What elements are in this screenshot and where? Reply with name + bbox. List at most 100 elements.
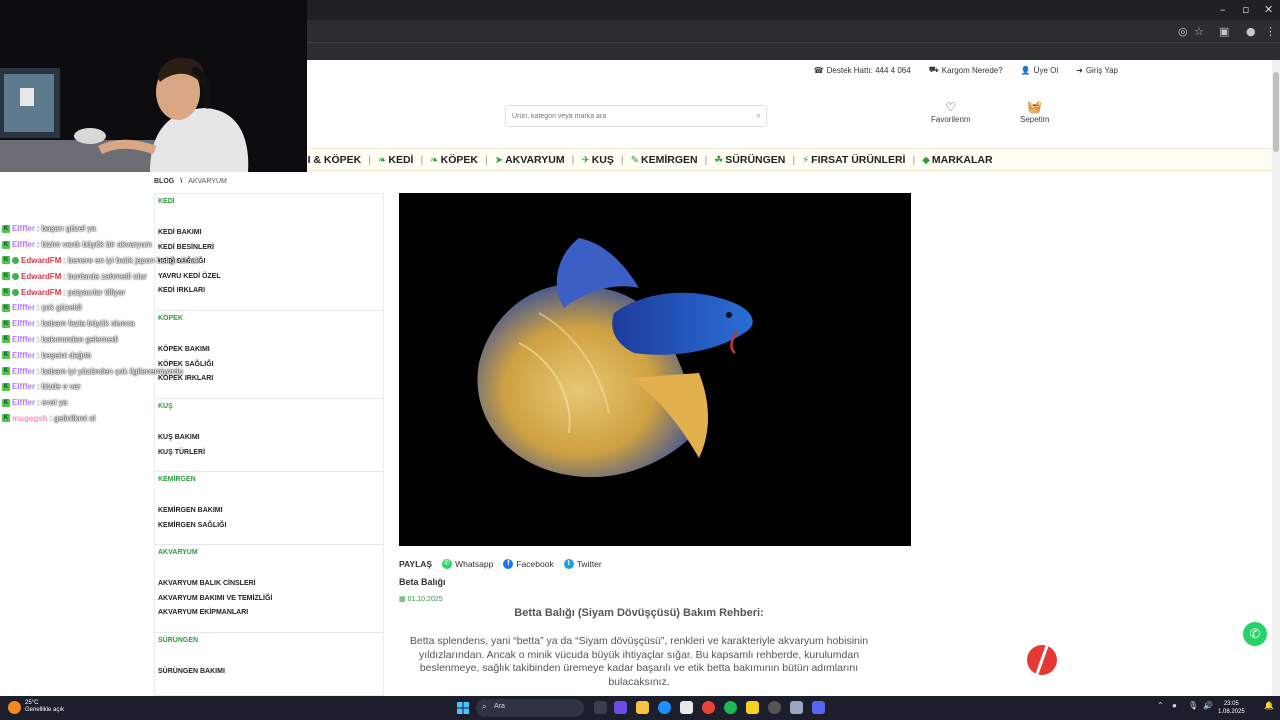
cart-button[interactable]: 🧺 Sepetim bbox=[1020, 100, 1049, 124]
login-link[interactable]: ➜ Giriş Yap bbox=[1076, 65, 1118, 75]
discord-icon[interactable] bbox=[812, 701, 825, 714]
sidebar-category-title[interactable]: SÜRÜNGEN bbox=[158, 637, 198, 644]
whatsapp-float-button[interactable]: ✆ bbox=[1243, 622, 1267, 646]
nav-separator: | bbox=[368, 154, 371, 166]
volume-icon[interactable]: 🔊 bbox=[1203, 701, 1213, 710]
sidebar-category-aquarium: AKVARYUM AKVARYUM BALIK CİNSLERİ AKVARYU… bbox=[155, 545, 383, 633]
chat-username: Elfffer bbox=[12, 319, 36, 329]
bookmark-star-icon[interactable]: ☆ bbox=[1194, 25, 1204, 38]
obs-icon[interactable] bbox=[768, 701, 781, 714]
chrome-icon[interactable] bbox=[702, 701, 715, 714]
breadcrumb-blog[interactable]: BLOG bbox=[154, 178, 174, 185]
tray-app-icon[interactable]: ● bbox=[1172, 701, 1177, 710]
login-label: Giriş Yap bbox=[1085, 65, 1118, 75]
store-icon[interactable] bbox=[680, 701, 693, 714]
file-explorer-icon[interactable] bbox=[636, 701, 649, 714]
breadcrumb-current[interactable]: AKVARYUM bbox=[188, 178, 227, 185]
favorites-button[interactable]: ♡ Favorilerim bbox=[931, 100, 971, 124]
sidebar-link[interactable]: AKVARYUM EKİPMANLARI bbox=[158, 606, 272, 621]
chat-text: : beşeini dağıttı bbox=[37, 350, 92, 360]
share-whatsapp-button[interactable]: ✆ Whatsapp bbox=[442, 559, 493, 569]
sidebar-link[interactable]: AKVARYUM BALIK CİNSLERİ bbox=[158, 577, 272, 592]
kick-badge-icon: K bbox=[2, 288, 10, 297]
copilot-icon[interactable] bbox=[614, 701, 627, 714]
mic-icon[interactable]: 🎙 bbox=[1188, 701, 1198, 710]
webcam-scene bbox=[0, 0, 307, 172]
support-line-link[interactable]: ☎ Destek Hattı: 444 4 064 bbox=[814, 65, 911, 75]
page-scrollbar-thumb[interactable] bbox=[1273, 72, 1279, 152]
share-twitter-button[interactable]: t Twitter bbox=[563, 559, 602, 569]
nav-item-deals[interactable]: ⚡ FIRSAT ÜRÜNLERİ bbox=[802, 154, 905, 166]
windows-start-icon[interactable] bbox=[457, 702, 469, 714]
spotify-icon[interactable] bbox=[724, 701, 737, 714]
sun-icon bbox=[8, 700, 21, 714]
chat-username: mugegsh bbox=[12, 413, 48, 423]
nav-label: MARKALAR bbox=[931, 154, 993, 166]
tray-expand-icon[interactable]: ⌃ bbox=[1157, 701, 1164, 710]
weather-widget[interactable]: 25°C Genellikle açık bbox=[8, 700, 64, 714]
app-icon[interactable] bbox=[790, 701, 803, 714]
nav-item-rodent[interactable]: ✎ KEMİRGEN bbox=[631, 154, 698, 166]
minimize-icon[interactable]: – bbox=[1220, 3, 1226, 16]
header-top-links: ☎ Destek Hattı: 444 4 064 ⛟ Kargom Nerede?… bbox=[814, 65, 1118, 75]
nav-label: FIRSAT ÜRÜNLERİ bbox=[811, 154, 906, 166]
sidebar-category-title[interactable]: KEMİRGEN bbox=[158, 476, 196, 483]
track-shipment-link[interactable]: ⛟ Kargom Nerede? bbox=[929, 65, 1003, 75]
notification-icon[interactable]: 🔔 bbox=[1264, 701, 1274, 710]
weather-desc: Genellikle açık bbox=[25, 707, 65, 713]
search-input[interactable] bbox=[506, 106, 746, 126]
page-scrollbar[interactable] bbox=[1272, 60, 1280, 696]
sidebar-link[interactable]: SÜRÜNGEN BAKIMI bbox=[158, 665, 225, 680]
nav-item-reptile[interactable]: ☘ SÜRÜNGEN bbox=[714, 154, 785, 166]
nav-item-brands[interactable]: ◆ MARKALAR bbox=[922, 154, 992, 166]
favorites-label: Favorilerim bbox=[931, 115, 971, 124]
nav-item-aquarium[interactable]: ➤ AKVARYUM bbox=[495, 154, 565, 166]
nav-item-dog[interactable]: ❧ KÖPEK bbox=[430, 154, 478, 166]
share-facebook-button[interactable]: f Facebook bbox=[503, 559, 554, 569]
nav-item-cat-dog[interactable]: DI & KÖPEK bbox=[300, 154, 361, 166]
sidebar-link[interactable]: KEMİRGEN SAĞLIĞI bbox=[158, 519, 226, 534]
sidebar-link[interactable]: KUŞ BAKIMI bbox=[158, 431, 205, 446]
nav-label: DI & KÖPEK bbox=[300, 154, 362, 166]
register-link[interactable]: 👤 Üye Ol bbox=[1021, 65, 1058, 75]
track-shipment-label: Kargom Nerede? bbox=[941, 65, 1003, 75]
sidebar-link[interactable]: AKVARYUM BAKIMI VE TEMİZLİĞİ bbox=[158, 592, 272, 607]
nav-label: AKVARYUM bbox=[505, 154, 565, 166]
chat-username: EdwardFM bbox=[21, 287, 62, 297]
chat-username: Elfffer bbox=[12, 224, 36, 234]
login-icon: ➜ bbox=[1076, 65, 1083, 75]
nav-label: KEDİ bbox=[388, 154, 414, 166]
extensions-icon[interactable]: ▣ bbox=[1219, 25, 1229, 38]
nav-item-cat[interactable]: ❧ KEDİ bbox=[378, 154, 413, 166]
eye-off-icon[interactable]: ◎ bbox=[1178, 25, 1188, 38]
app-s-icon[interactable] bbox=[746, 701, 759, 714]
kick-badge-icon: K bbox=[2, 303, 10, 312]
basket-icon: 🧺 bbox=[1027, 100, 1043, 114]
browser-menu-icon[interactable]: ⋮ bbox=[1265, 25, 1276, 38]
search-icon[interactable]: ⌕ bbox=[756, 110, 761, 121]
truck-icon: ⛟ bbox=[928, 65, 939, 74]
chat-message: K Elfffer : babam fazla büyük olunca bbox=[2, 316, 232, 332]
edge-icon[interactable] bbox=[658, 701, 671, 714]
chat-username: Elfffer bbox=[12, 240, 36, 250]
taskbar-search[interactable]: ⌕ Ara bbox=[476, 699, 584, 717]
kick-badge-icon: K bbox=[2, 240, 10, 249]
share-twitter-label: Twitter bbox=[576, 559, 602, 569]
taskbar-clock[interactable]: 23:05 1.08.2025 bbox=[1218, 700, 1245, 716]
maximize-icon[interactable]: ▫ bbox=[1242, 3, 1249, 16]
chat-username: Elfffer bbox=[12, 334, 36, 344]
nav-item-bird[interactable]: ✈ KUŞ bbox=[581, 154, 614, 166]
chat-text: : babam iyi yüzünden çok ilgilenemiyordu bbox=[37, 366, 183, 376]
sidebar-category-title[interactable]: KEDİ bbox=[158, 198, 175, 205]
profile-icon[interactable]: ● bbox=[1246, 25, 1256, 38]
sidebar-link[interactable]: KUŞ TÜRLERİ bbox=[158, 446, 205, 461]
heart-icon: ♡ bbox=[945, 100, 957, 114]
sidebar-category-title[interactable]: AKVARYUM bbox=[158, 549, 198, 556]
nav-label: KUŞ bbox=[591, 154, 614, 166]
task-view-icon[interactable] bbox=[594, 701, 607, 714]
post-title: Beta Balığı bbox=[399, 577, 446, 587]
sidebar-link[interactable]: KEMİRGEN BAKIMI bbox=[158, 504, 226, 519]
close-icon[interactable]: ✕ bbox=[1264, 3, 1273, 16]
screen: – ▫ ✕ ◎ ☆ ▣ ● ⋮ ☎ Destek Hattı: 444 4 064… bbox=[0, 0, 1280, 720]
chat-text: : bizde o var bbox=[37, 382, 81, 392]
